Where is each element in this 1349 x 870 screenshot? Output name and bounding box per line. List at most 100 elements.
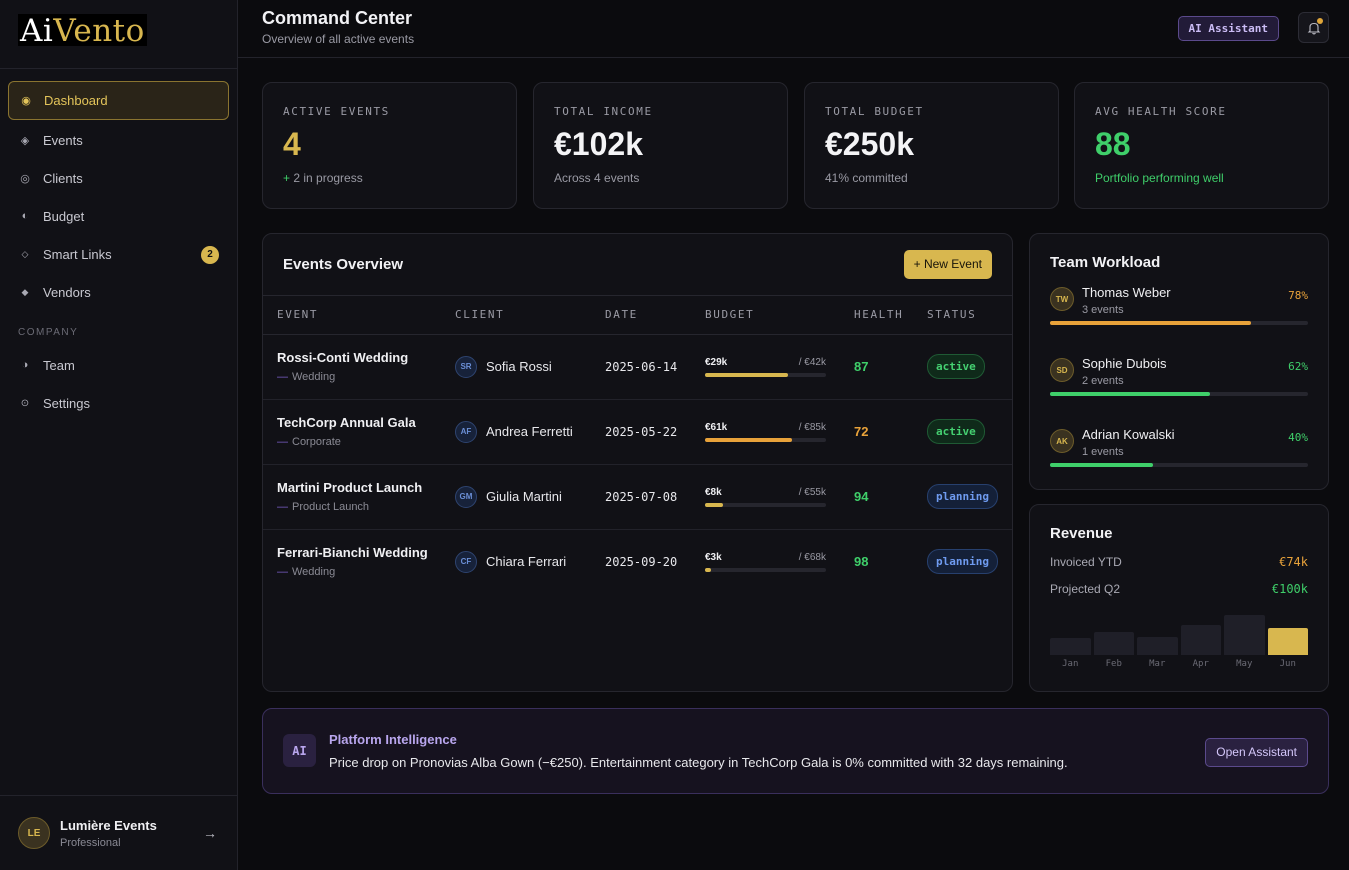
- diamond-icon: ◈: [20, 134, 30, 147]
- sidebar-item-events[interactable]: ◈ Events: [8, 121, 229, 159]
- budget-progress-fill: [705, 437, 793, 442]
- avatar: LE: [18, 817, 50, 849]
- ai-badge: AI: [283, 734, 316, 767]
- logo[interactable]: AiVento: [0, 0, 237, 69]
- col-status[interactable]: STATUS: [913, 296, 1012, 335]
- event-name[interactable]: Ferrari-Bianchi Wedding: [277, 545, 441, 560]
- event-date: 2025-09-20: [605, 555, 678, 570]
- revenue-bars: [1050, 613, 1308, 655]
- col-event[interactable]: EVENT: [263, 296, 441, 335]
- type-dash-icon: —: [277, 371, 288, 383]
- event-name[interactable]: TechCorp Annual Gala: [277, 415, 441, 430]
- ai-assistant-button[interactable]: AI Assistant: [1177, 16, 1279, 41]
- avatar: SD: [1050, 358, 1074, 382]
- user-plan: Professional: [60, 836, 121, 849]
- avatar: AK: [1050, 429, 1074, 453]
- col-budget[interactable]: BUDGET: [691, 296, 840, 335]
- team-member[interactable]: SD Sophie Dubois 2 events 62%: [1050, 356, 1308, 419]
- revenue-bar: [1137, 637, 1178, 655]
- table-row[interactable]: Martini Product Launch — Product Launch GM G…: [263, 464, 1012, 530]
- client-name: Andrea Ferretti: [486, 424, 573, 439]
- user-profile[interactable]: LE Lumière Events Professional →: [0, 795, 237, 870]
- event-type-label: Wedding: [292, 371, 336, 383]
- workload-fill: [1050, 392, 1210, 396]
- intel-text: Price drop on Pronovias Alba Gown (−€250…: [329, 755, 1068, 770]
- target-icon: ◉: [21, 95, 31, 107]
- team-member[interactable]: TW Thomas Weber 3 events 78%: [1050, 285, 1308, 348]
- cell-status: active: [913, 399, 1012, 465]
- sidebar-item-vendors[interactable]: ◆ Vendors: [8, 273, 229, 311]
- revenue-row-invoiced: Invoiced YTD €74k: [1050, 555, 1308, 569]
- stat-sub: Portfolio performing well: [1095, 171, 1224, 185]
- table-row[interactable]: Rossi-Conti Wedding — Wedding SR Sofia Rossi…: [263, 334, 1012, 400]
- stat-label: AVG HEALTH SCORE: [1095, 105, 1227, 118]
- cell-client: AF Andrea Ferretti: [441, 399, 591, 465]
- revenue-month-label: Jan: [1062, 659, 1079, 669]
- col-client[interactable]: CLIENT: [441, 296, 591, 335]
- cell-event: Ferrari-Bianchi Wedding — Wedding: [263, 529, 441, 594]
- sidebar-item-smart-links[interactable]: ◇ Smart Links 2: [8, 235, 229, 273]
- event-name[interactable]: Rossi-Conti Wedding: [277, 350, 441, 365]
- sidebar-item-dashboard[interactable]: ◉ Dashboard: [8, 81, 229, 120]
- new-event-button[interactable]: + New Event: [903, 250, 992, 279]
- sidebar-item-clients[interactable]: ◎ Clients: [8, 159, 229, 197]
- topbar: Command Center Overview of all active ev…: [238, 0, 1349, 58]
- stat-sub: Across 4 events: [554, 171, 640, 185]
- sidebar-item-settings[interactable]: ⊙ Settings: [8, 384, 229, 422]
- budget-progress-track: [705, 437, 826, 442]
- stat-label: TOTAL BUDGET: [825, 105, 924, 118]
- table-row[interactable]: TechCorp Annual Gala — Corporate AF Andrea F…: [263, 399, 1012, 465]
- half-circle-icon: ◑: [21, 359, 29, 371]
- cell-date: 2025-09-20: [591, 529, 691, 594]
- cell-budget: €3k / €68k: [691, 529, 840, 594]
- team-member[interactable]: AK Adrian Kowalski 1 events 40%: [1050, 427, 1308, 490]
- cell-status: planning: [913, 464, 1012, 530]
- member-events: 3 events: [1082, 304, 1124, 316]
- budget-progress-fill: [705, 372, 789, 377]
- budget-progress-track: [705, 567, 826, 572]
- logout-icon[interactable]: →: [203, 825, 217, 841]
- health-score: 98: [854, 554, 869, 570]
- event-type-label: Wedding: [292, 566, 336, 579]
- cell-client: SR Sofia Rossi: [441, 334, 591, 400]
- sidebar-item-team[interactable]: ◑ Team: [8, 346, 229, 384]
- budget-total: / €68k: [798, 551, 826, 563]
- sidebar-item-budget[interactable]: ◐ Budget: [8, 197, 229, 235]
- avatar: TW: [1050, 287, 1074, 311]
- workload-fill: [1050, 463, 1154, 467]
- col-health[interactable]: HEALTH: [840, 296, 913, 335]
- team-workload: Team Workload TW Thomas Weber 3 events 78% S…: [1029, 233, 1329, 490]
- stat-value: 88: [1095, 126, 1131, 162]
- intel-title: Platform Intelligence: [329, 732, 457, 747]
- sidebar-item-label: Events: [43, 132, 83, 148]
- member-name: Sophie Dubois: [1082, 356, 1167, 371]
- event-name[interactable]: Martini Product Launch: [277, 480, 441, 495]
- sidebar-item-label: Clients: [43, 170, 83, 186]
- cell-health: 72: [840, 399, 913, 465]
- avatar: GM: [455, 485, 477, 508]
- cell-budget: €8k / €55k: [691, 464, 840, 530]
- workload-track: [1050, 392, 1308, 396]
- table-row[interactable]: Ferrari-Bianchi Wedding — Wedding CF Chiara …: [263, 529, 1012, 594]
- event-date: 2025-05-22: [605, 425, 678, 439]
- cell-health: 98: [840, 529, 913, 594]
- event-type-label: Product Launch: [292, 501, 370, 513]
- stat-sub: + 2 in progress: [283, 171, 496, 185]
- col-date[interactable]: DATE: [591, 296, 691, 335]
- cell-date: 2025-07-08: [591, 464, 691, 530]
- notifications-button[interactable]: [1298, 12, 1329, 43]
- event-type: — Wedding: [277, 371, 441, 383]
- page-subtitle: Overview of all active events: [262, 32, 415, 46]
- cell-date: 2025-05-22: [591, 399, 691, 465]
- client-name: Sofia Rossi: [486, 359, 552, 374]
- nav-section-company: COMPANY: [18, 327, 79, 338]
- budget-total: / €42k: [798, 356, 826, 368]
- open-assistant-button[interactable]: Open Assistant: [1205, 738, 1308, 767]
- diamond-outline-icon: ◇: [21, 248, 29, 259]
- cell-date: 2025-06-14: [591, 334, 691, 400]
- cell-budget: €29k / €42k: [691, 334, 840, 400]
- workload-fill: [1050, 321, 1252, 325]
- revenue-panel: Revenue Invoiced YTD €74k Projected Q2 €…: [1029, 504, 1329, 692]
- member-events: 2 events: [1082, 375, 1124, 387]
- type-dash-icon: —: [277, 436, 288, 448]
